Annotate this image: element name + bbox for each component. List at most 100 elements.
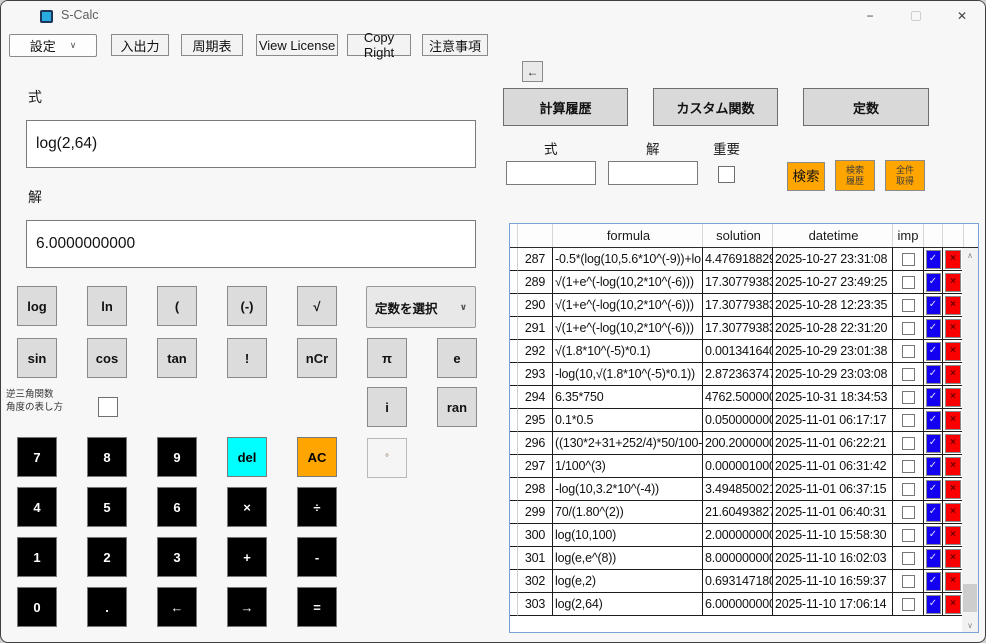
header-imp[interactable]: imp bbox=[893, 224, 924, 247]
row-restore-button[interactable]: ✓ bbox=[925, 318, 941, 338]
row-delete-button[interactable]: × bbox=[945, 272, 961, 292]
inverse-trig-checkbox[interactable] bbox=[98, 397, 118, 417]
row-restore-button[interactable]: ✓ bbox=[925, 548, 941, 568]
row-delete-button[interactable]: × bbox=[945, 456, 961, 476]
num-7-key[interactable]: 7 bbox=[17, 437, 57, 477]
row-datetime[interactable]: 2025-10-27 23:49:25 bbox=[773, 271, 893, 294]
sin-key[interactable]: sin bbox=[17, 338, 57, 378]
row-formula[interactable]: log(e,e^(8)) bbox=[553, 547, 703, 570]
row-delete-button[interactable]: × bbox=[945, 571, 961, 591]
row-header-strip[interactable] bbox=[510, 340, 518, 363]
header-formula[interactable]: formula bbox=[553, 224, 703, 247]
row-formula[interactable]: -log(10,√(1.8*10^(-5)*0.1)) bbox=[553, 363, 703, 386]
row-datetime[interactable]: 2025-10-29 23:03:08 bbox=[773, 363, 893, 386]
row-header-strip[interactable] bbox=[510, 455, 518, 478]
row-datetime[interactable]: 2025-10-28 12:23:35 bbox=[773, 294, 893, 317]
row-solution[interactable]: 3.4948500217 bbox=[703, 478, 773, 501]
row-restore-button[interactable]: ✓ bbox=[925, 295, 941, 315]
row-restore-button[interactable]: ✓ bbox=[925, 479, 941, 499]
row-restore-button[interactable]: ✓ bbox=[925, 433, 941, 453]
io-button[interactable]: 入出力 bbox=[111, 34, 169, 56]
row-solution[interactable]: 21.6049382716 bbox=[703, 501, 773, 524]
tan-key[interactable]: tan bbox=[157, 338, 197, 378]
num-0-key[interactable]: 0 bbox=[17, 587, 57, 627]
row-solution[interactable]: 17.3077938316 bbox=[703, 294, 773, 317]
row-solution[interactable]: 200.20000000 bbox=[703, 432, 773, 455]
num-4-key[interactable]: 4 bbox=[17, 487, 57, 527]
row-header-strip[interactable] bbox=[510, 317, 518, 340]
row-delete-button[interactable]: × bbox=[945, 249, 961, 269]
row-delete-button[interactable]: × bbox=[945, 594, 961, 614]
pi-key[interactable]: π bbox=[367, 338, 407, 378]
row-restore-button[interactable]: ✓ bbox=[925, 272, 941, 292]
plus-key[interactable]: + bbox=[227, 537, 267, 577]
close-button[interactable]: ✕ bbox=[939, 1, 985, 31]
row-datetime[interactable]: 2025-11-01 06:37:15 bbox=[773, 478, 893, 501]
row-datetime[interactable]: 2025-11-01 06:31:42 bbox=[773, 455, 893, 478]
row-delete-button[interactable]: × bbox=[945, 525, 961, 545]
row-delete-button[interactable]: × bbox=[945, 433, 961, 453]
row-header-strip[interactable] bbox=[510, 271, 518, 294]
table-scrollbar[interactable]: ∧ ∨ bbox=[962, 248, 978, 632]
row-solution[interactable]: 17.3077938316 bbox=[703, 271, 773, 294]
row-important-checkbox[interactable] bbox=[901, 298, 915, 312]
scroll-up-icon[interactable]: ∧ bbox=[962, 248, 978, 262]
row-delete-button[interactable]: × bbox=[945, 341, 961, 361]
row-header-strip[interactable] bbox=[510, 547, 518, 570]
row-solution[interactable]: 2.0000000000 bbox=[703, 524, 773, 547]
row-important-checkbox[interactable] bbox=[901, 459, 915, 473]
row-important-checkbox[interactable] bbox=[901, 344, 915, 358]
row-datetime[interactable]: 2025-11-10 16:59:37 bbox=[773, 570, 893, 593]
search-important-checkbox[interactable] bbox=[718, 166, 735, 183]
row-datetime[interactable]: 2025-10-29 23:01:38 bbox=[773, 340, 893, 363]
row-header-strip[interactable] bbox=[510, 501, 518, 524]
row-datetime[interactable]: 2025-11-01 06:40:31 bbox=[773, 501, 893, 524]
minimize-button[interactable]: − bbox=[847, 1, 893, 31]
negate-key[interactable]: (-) bbox=[227, 286, 267, 326]
row-formula[interactable]: √(1+e^(-log(10,2*10^(-6))) bbox=[553, 271, 703, 294]
row-formula[interactable]: ((130*2+31+252/4)*50/100- bbox=[553, 432, 703, 455]
copyright-button[interactable]: Copy Right bbox=[347, 30, 411, 60]
header-solution[interactable]: solution bbox=[703, 224, 773, 247]
row-restore-button[interactable]: ✓ bbox=[925, 571, 941, 591]
row-solution[interactable]: 0.6931471806 bbox=[703, 570, 773, 593]
row-solution[interactable]: 4.4769188299 bbox=[703, 248, 773, 271]
row-important-checkbox[interactable] bbox=[901, 252, 915, 266]
row-formula[interactable]: log(2,64) bbox=[553, 593, 703, 616]
formula-input[interactable] bbox=[26, 120, 476, 168]
solution-output[interactable] bbox=[26, 220, 476, 268]
row-important-checkbox[interactable] bbox=[901, 436, 915, 450]
row-delete-button[interactable]: × bbox=[945, 410, 961, 430]
scrollbar-thumb[interactable] bbox=[963, 584, 977, 612]
row-datetime[interactable]: 2025-11-01 06:17:17 bbox=[773, 409, 893, 432]
row-datetime[interactable]: 2025-11-01 06:22:21 bbox=[773, 432, 893, 455]
fetch-all-button[interactable]: 全件 取得 bbox=[885, 160, 925, 191]
row-header-strip[interactable] bbox=[510, 409, 518, 432]
row-important-checkbox[interactable] bbox=[901, 528, 915, 542]
row-datetime[interactable]: 2025-10-28 22:31:20 bbox=[773, 317, 893, 340]
paren-key[interactable]: ( bbox=[157, 286, 197, 326]
cursor-left-key[interactable]: ← bbox=[157, 587, 197, 627]
all-clear-key[interactable]: AC bbox=[297, 437, 337, 477]
custom-function-button[interactable]: カスタム関数 bbox=[653, 88, 778, 126]
row-formula[interactable]: √(1+e^(-log(10,2*10^(-6))) bbox=[553, 294, 703, 317]
row-important-checkbox[interactable] bbox=[901, 413, 915, 427]
row-formula[interactable]: √(1+e^(-log(10,2*10^(-6))) bbox=[553, 317, 703, 340]
row-important-checkbox[interactable] bbox=[901, 551, 915, 565]
row-delete-button[interactable]: × bbox=[945, 548, 961, 568]
num-3-key[interactable]: 3 bbox=[157, 537, 197, 577]
row-header-strip[interactable] bbox=[510, 432, 518, 455]
row-solution[interactable]: 0.0000010000 bbox=[703, 455, 773, 478]
row-formula[interactable]: log(e,2) bbox=[553, 570, 703, 593]
row-important-checkbox[interactable] bbox=[901, 505, 915, 519]
row-restore-button[interactable]: ✓ bbox=[925, 364, 941, 384]
row-formula[interactable]: 6.35*750 bbox=[553, 386, 703, 409]
row-header-strip[interactable] bbox=[510, 363, 518, 386]
row-datetime[interactable]: 2025-11-10 17:06:14 bbox=[773, 593, 893, 616]
minus-key[interactable]: - bbox=[297, 537, 337, 577]
row-solution[interactable]: 0.0500000000 bbox=[703, 409, 773, 432]
row-solution[interactable]: 8.0000000000 bbox=[703, 547, 773, 570]
ncr-key[interactable]: nCr bbox=[297, 338, 337, 378]
notes-button[interactable]: 注意事項 bbox=[422, 34, 488, 56]
sqrt-key[interactable]: √ bbox=[297, 286, 337, 326]
